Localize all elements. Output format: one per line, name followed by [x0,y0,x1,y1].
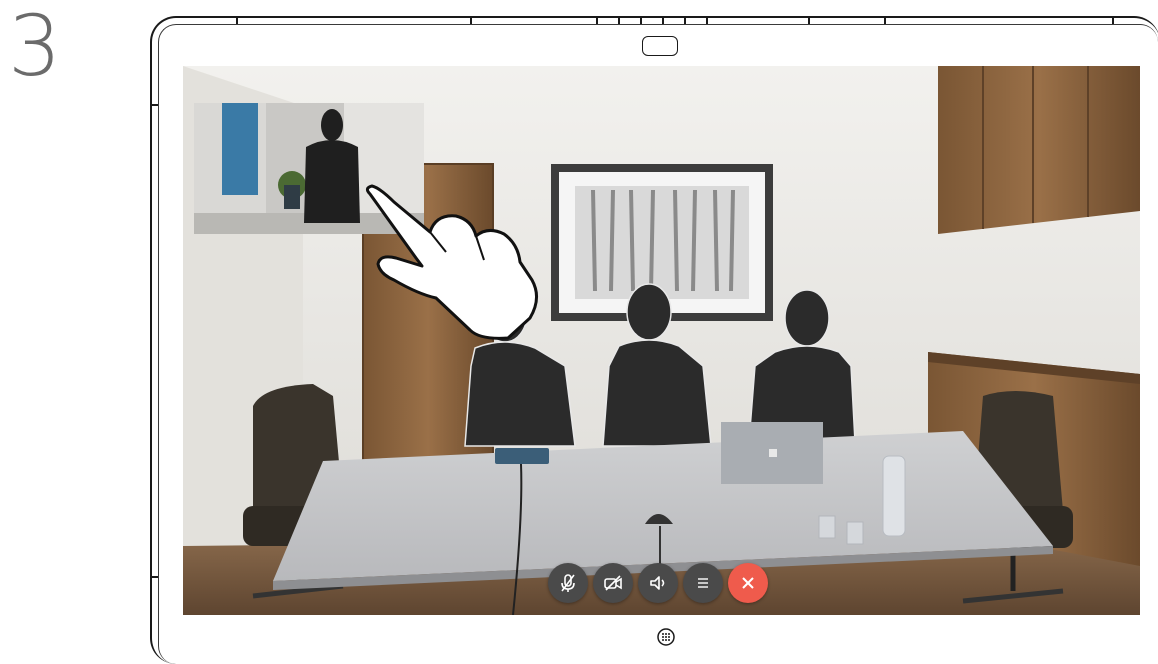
bezel-tick [150,104,158,106]
bezel-tick [884,16,886,24]
list-icon [698,578,708,588]
self-view-pip[interactable] [194,103,424,234]
keypad-icon[interactable] [656,627,676,647]
volume-button[interactable] [638,563,678,603]
step-number: 3 [8,0,62,95]
close-icon [742,577,754,589]
end-call-button[interactable] [728,563,768,603]
call-controls [548,563,768,603]
self-view-scene [194,103,424,234]
camera-off-icon [604,575,622,591]
bezel-tick [470,16,472,24]
camera-icon [642,36,678,56]
bezel-tick [706,16,708,24]
microphone-icon [561,574,575,592]
bezel-tick [150,576,158,578]
speaker-icon [650,576,665,590]
bezel-tick [684,16,686,24]
bezel-tick [596,16,598,24]
bezel-tick [808,16,810,24]
mute-button[interactable] [548,563,588,603]
video-button[interactable] [593,563,633,603]
more-button[interactable] [683,563,723,603]
bezel-tick [618,16,620,24]
bezel-tick [1112,16,1114,24]
bezel-tick [662,16,664,24]
bezel-tick [236,16,238,24]
bezel-tick [640,16,642,24]
